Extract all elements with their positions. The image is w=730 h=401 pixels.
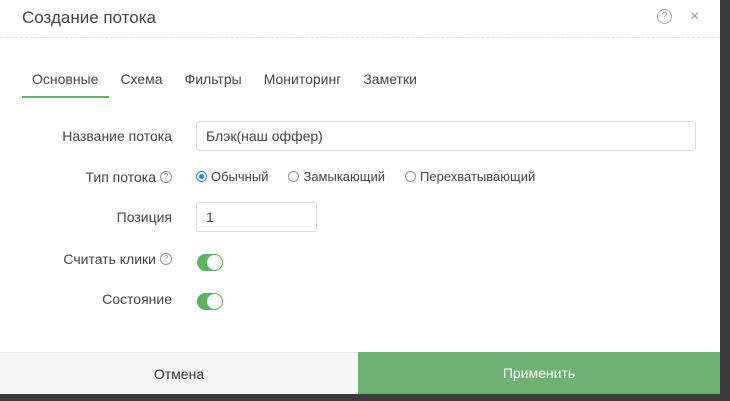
tab-notes[interactable]: Заметки <box>352 68 428 98</box>
count-clicks-label-text: Считать клики <box>63 251 156 267</box>
radio-closing-dot[interactable] <box>288 170 300 182</box>
create-stream-dialog: Создание потока ? × Основные Схема Фильт… <box>0 0 720 394</box>
stream-name-input[interactable]: Блэк(наш оффер) <box>196 121 696 151</box>
stream-name-label: Название потока <box>62 128 172 144</box>
close-icon[interactable]: × <box>690 8 699 26</box>
tab-main[interactable]: Основные <box>22 68 110 98</box>
count-clicks-toggle[interactable] <box>197 254 223 271</box>
radio-closing[interactable]: Замыкающий <box>288 169 385 184</box>
stream-type-label-text: Тип потока <box>85 169 156 185</box>
dialog-header: Создание потока ? × <box>0 0 720 38</box>
backdrop-right <box>720 0 730 401</box>
state-toggle-knob <box>207 294 222 309</box>
state-toggle[interactable] <box>197 293 223 310</box>
position-input[interactable]: 1 <box>196 202 317 232</box>
radio-intercepting[interactable]: Перехватывающий <box>405 169 535 184</box>
position-label: Позиция <box>116 209 172 225</box>
radio-intercepting-label: Перехватывающий <box>420 168 536 184</box>
help-icon[interactable]: ? <box>657 9 672 24</box>
stream-type-radio-group: Обычный Замыкающий Перехватывающий <box>196 167 555 185</box>
count-clicks-toggle-knob <box>207 255 222 270</box>
cancel-button[interactable]: Отмена <box>0 352 358 394</box>
apply-button[interactable]: Применить <box>358 352 720 394</box>
count-clicks-label: Считать клики? <box>0 251 172 267</box>
backdrop-bottom <box>0 394 730 401</box>
dialog-title: Создание потока <box>22 8 156 27</box>
count-clicks-help-icon[interactable]: ? <box>160 253 172 266</box>
radio-intercepting-dot[interactable] <box>405 170 417 182</box>
radio-regular-dot[interactable] <box>196 170 207 182</box>
radio-regular[interactable]: Обычный <box>196 169 268 184</box>
radio-closing-label: Замыкающий <box>303 168 386 184</box>
stream-type-label: Тип потока? <box>0 169 172 185</box>
stream-type-help-icon[interactable]: ? <box>160 171 172 184</box>
state-label: Состояние <box>102 291 172 307</box>
tab-bar: Основные Схема Фильтры Мониторинг Заметк… <box>22 68 428 98</box>
radio-regular-label: Обычный <box>211 168 269 184</box>
tab-filters[interactable]: Фильтры <box>174 68 253 98</box>
tab-monitoring[interactable]: Мониторинг <box>253 68 353 98</box>
tab-scheme[interactable]: Схема <box>109 68 173 98</box>
